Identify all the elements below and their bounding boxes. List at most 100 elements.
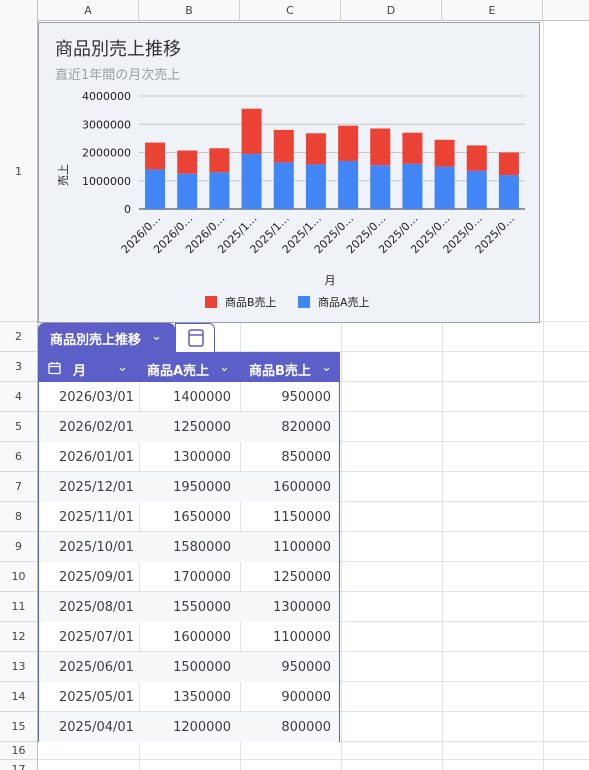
bar-product-a (177, 173, 198, 209)
row-header-13[interactable]: 13 (0, 652, 38, 682)
table-row[interactable]: 2026/03/01 1400000 950000 (39, 382, 339, 412)
bar-product-a (370, 165, 391, 209)
cell-product-a-sales[interactable]: 1950000 (173, 480, 231, 495)
row-header-4[interactable]: 4 (0, 382, 38, 412)
table-name-tab[interactable]: 商品別売上推移 ⌄ (38, 323, 175, 352)
row-header-14[interactable]: 14 (0, 682, 38, 712)
header-product-a-sales[interactable]: 商品A売上 (147, 360, 209, 379)
bar-product-b (338, 125, 359, 161)
cell-product-a-sales[interactable]: 1200000 (173, 720, 231, 735)
header-product-b-sales[interactable]: 商品B売上 (249, 360, 311, 379)
table-row[interactable]: 2025/11/01 1650000 1150000 (39, 502, 339, 532)
cell-month[interactable]: 2025/04/01 (59, 720, 134, 735)
row-header-15[interactable]: 15 (0, 712, 38, 742)
row-header-8[interactable]: 8 (0, 502, 38, 532)
table-name: 商品別売上推移 (50, 333, 142, 348)
cell-product-a-sales[interactable]: 1300000 (173, 450, 231, 465)
legend-label-product-b: 商品B売上 (225, 295, 277, 309)
cell-month[interactable]: 2026/01/01 (59, 450, 134, 465)
cell-month[interactable]: 2026/02/01 (59, 420, 134, 435)
cell-product-b-sales[interactable]: 800000 (281, 720, 331, 735)
cell-product-b-sales[interactable]: 850000 (281, 450, 331, 465)
header-month-chevron-down-icon[interactable]: ⌄ (117, 360, 128, 375)
row-header-11[interactable]: 11 (0, 592, 38, 622)
cell-product-b-sales[interactable]: 1250000 (273, 570, 331, 585)
table-row[interactable]: 2025/10/01 1580000 1100000 (39, 532, 339, 562)
cell-month[interactable]: 2025/12/01 (59, 480, 134, 495)
table-row[interactable]: 2025/12/01 1950000 1600000 (39, 472, 339, 502)
cell-product-b-sales[interactable]: 1100000 (273, 630, 331, 645)
table-header-row: 月 ⌄ 商品A売上 ⌄ 商品B売上 ⌄ (39, 353, 339, 382)
row-header-1[interactable]: 1 (0, 21, 38, 322)
cell-month[interactable]: 2025/10/01 (59, 540, 134, 555)
cell-product-a-sales[interactable]: 1580000 (173, 540, 231, 555)
bar-product-b (498, 152, 519, 176)
row-header-12[interactable]: 12 (0, 622, 38, 652)
row-header-17[interactable]: 17 (0, 760, 38, 770)
cell-product-a-sales[interactable]: 1250000 (173, 420, 231, 435)
bar-product-a (466, 170, 487, 209)
cell-month[interactable]: 2025/08/01 (59, 600, 134, 615)
select-all-corner[interactable] (0, 0, 38, 21)
cell-product-b-sales[interactable]: 950000 (281, 390, 331, 405)
cell-product-a-sales[interactable]: 1500000 (173, 660, 231, 675)
y-tick-label: 2000000 (82, 147, 131, 160)
cell-month[interactable]: 2025/06/01 (59, 660, 134, 675)
cell-product-b-sales[interactable]: 820000 (281, 420, 331, 435)
bar-product-b (434, 139, 455, 167)
row-header-10[interactable]: 10 (0, 562, 38, 592)
table-row[interactable]: 2025/05/01 1350000 900000 (39, 682, 339, 712)
cell-product-a-sales[interactable]: 1700000 (173, 570, 231, 585)
column-header-bar: A B C D E (0, 0, 589, 21)
cell-product-a-sales[interactable]: 1550000 (173, 600, 231, 615)
cell-product-b-sales[interactable]: 1300000 (273, 600, 331, 615)
cell-product-b-sales[interactable]: 1600000 (273, 480, 331, 495)
table-row[interactable]: 2026/01/01 1300000 850000 (39, 442, 339, 472)
row-header-5[interactable]: 5 (0, 412, 38, 442)
table-row[interactable]: 2026/02/01 1250000 820000 (39, 412, 339, 442)
cell-month[interactable]: 2025/11/01 (59, 510, 134, 525)
embedded-chart[interactable]: 商品別売上推移 直近1年間の月次売上 4000000 3000000 2000000… (38, 22, 540, 323)
cell-product-b-sales[interactable]: 950000 (281, 660, 331, 675)
column-header-e[interactable]: E (442, 0, 543, 21)
row-header-9[interactable]: 9 (0, 532, 38, 562)
column-header-b[interactable]: B (139, 0, 240, 21)
row-header-7[interactable]: 7 (0, 472, 38, 502)
bar-product-b (466, 145, 487, 171)
column-header-a[interactable]: A (38, 0, 139, 21)
chevron-down-icon[interactable]: ⌄ (151, 329, 162, 344)
row-header-2[interactable]: 2 (0, 322, 38, 352)
cell-month[interactable]: 2025/07/01 (59, 630, 134, 645)
table-row[interactable]: 2025/09/01 1700000 1250000 (39, 562, 339, 592)
row-header-16[interactable]: 16 (0, 742, 38, 760)
column-header-d[interactable]: D (341, 0, 442, 21)
header-product-b-chevron-down-icon[interactable]: ⌄ (321, 360, 332, 375)
table-grid-icon (188, 329, 204, 347)
column-header-c[interactable]: C (240, 0, 341, 21)
cell-product-b-sales[interactable]: 1150000 (273, 510, 331, 525)
cell-month[interactable]: 2026/03/01 (59, 390, 134, 405)
cell-product-a-sales[interactable]: 1600000 (173, 630, 231, 645)
header-product-a-chevron-down-icon[interactable]: ⌄ (219, 360, 230, 375)
cell-product-a-sales[interactable]: 1650000 (173, 510, 231, 525)
row-header-6[interactable]: 6 (0, 442, 38, 472)
cell-product-b-sales[interactable]: 1100000 (273, 540, 331, 555)
table-row[interactable]: 2025/08/01 1550000 1300000 (39, 592, 339, 622)
cell-product-b-sales[interactable]: 900000 (281, 690, 331, 705)
table-row[interactable]: 2025/06/01 1500000 950000 (39, 652, 339, 682)
cell-month[interactable]: 2025/05/01 (59, 690, 134, 705)
header-month[interactable]: 月 (73, 360, 86, 379)
cell-product-a-sales[interactable]: 1400000 (173, 390, 231, 405)
table-view-button[interactable] (175, 323, 215, 352)
bar-product-a (498, 175, 519, 209)
row-header-3[interactable]: 3 (0, 352, 38, 382)
table-row[interactable]: 2025/04/01 1200000 800000 (39, 712, 339, 742)
bar-product-a (145, 169, 166, 209)
y-tick-label: 3000000 (82, 118, 131, 131)
bar-product-b (209, 148, 230, 173)
bar-product-b (177, 150, 198, 174)
cell-month[interactable]: 2025/09/01 (59, 570, 134, 585)
data-table: 月 ⌄ 商品A売上 ⌄ 商品B売上 ⌄ 2026/03/01 1400000 950… (38, 352, 340, 742)
table-row[interactable]: 2025/07/01 1600000 1100000 (39, 622, 339, 652)
cell-product-a-sales[interactable]: 1350000 (173, 690, 231, 705)
